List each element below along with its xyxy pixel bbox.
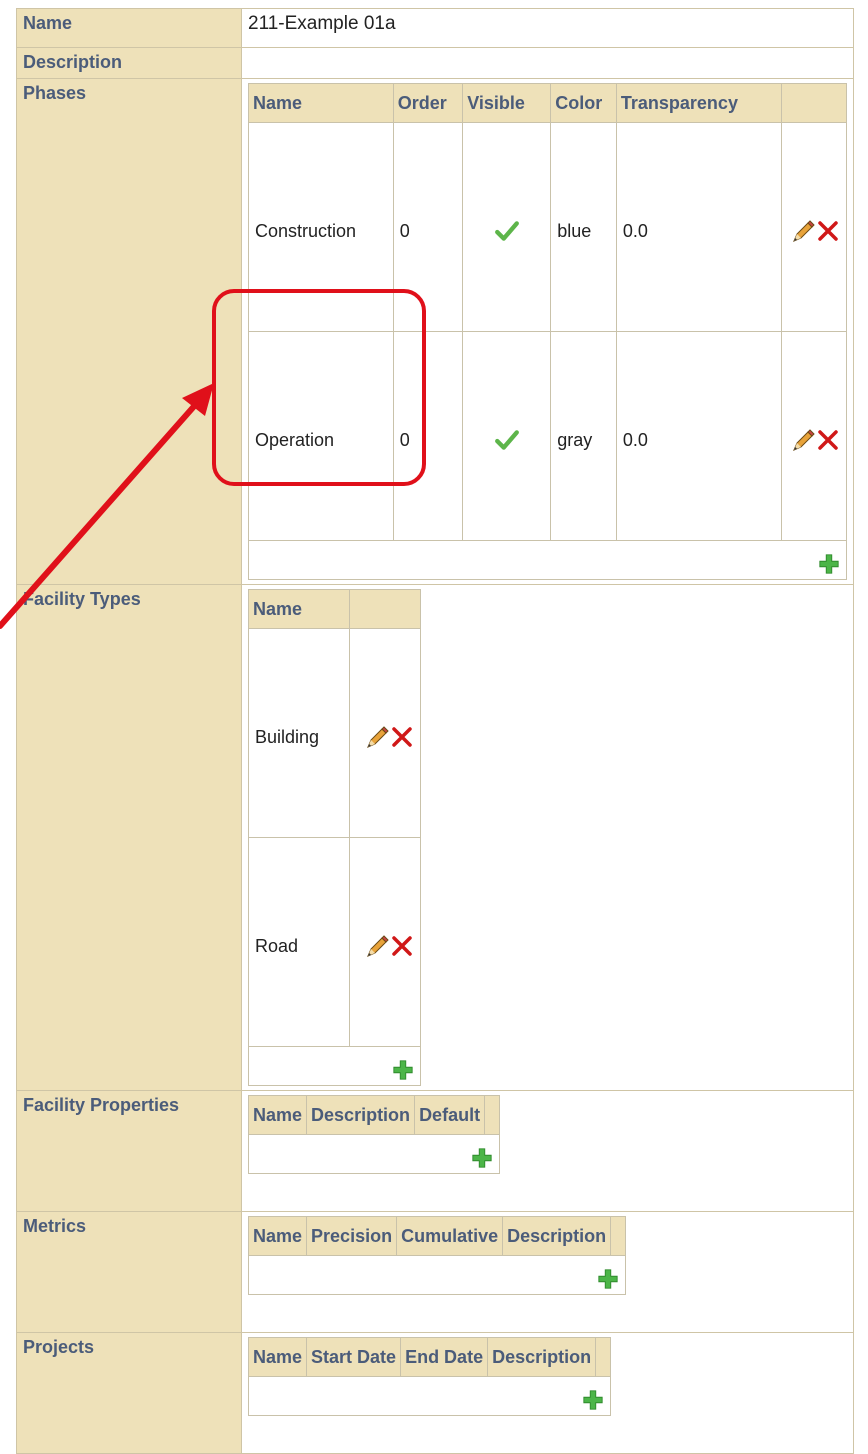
phase-name: Construction	[248, 122, 394, 332]
row-projects: Projects Name Start Date End Date Descri…	[16, 1332, 854, 1454]
facility-properties-add-row	[247, 1134, 501, 1174]
facility-types-table: Name Building Road	[248, 589, 421, 1086]
metrics-col-actions	[610, 1216, 627, 1256]
row-phases: Phases Name Order Visible Color Transpar…	[16, 78, 854, 585]
facility-types-col-actions	[349, 589, 421, 629]
phase-color: gray	[550, 331, 617, 541]
phases-col-visible[interactable]: Visible	[462, 83, 552, 123]
metrics-col-description[interactable]: Description	[502, 1216, 612, 1256]
pencil-icon[interactable]	[792, 428, 816, 452]
phases-col-name[interactable]: Name	[248, 83, 394, 123]
table-row: Construction 0 blue 0.0	[248, 122, 847, 332]
projects-col-name[interactable]: Name	[247, 1337, 308, 1377]
metrics-label: Metrics	[16, 1211, 242, 1333]
projects-col-start-date[interactable]: Start Date	[306, 1337, 402, 1377]
red-x-icon[interactable]	[390, 725, 414, 749]
red-x-icon[interactable]	[816, 428, 840, 452]
pencil-icon[interactable]	[792, 219, 816, 243]
table-row: Operation 0 gray 0.0	[248, 331, 847, 541]
metrics-header-row: Name Precision Cumulative Description	[247, 1216, 627, 1256]
green-plus-icon[interactable]	[597, 1268, 619, 1290]
facility-types-col-name[interactable]: Name	[248, 589, 350, 629]
facility-properties-col-description[interactable]: Description	[306, 1095, 416, 1135]
facility-type-name: Road	[248, 837, 350, 1047]
phase-transparency: 0.0	[615, 122, 783, 332]
red-x-icon[interactable]	[816, 219, 840, 243]
projects-col-description[interactable]: Description	[487, 1337, 597, 1377]
description-label: Description	[16, 47, 242, 79]
projects-header-row: Name Start Date End Date Description	[247, 1337, 612, 1377]
projects-add-row	[247, 1376, 612, 1416]
facility-types-add-row	[248, 1046, 421, 1086]
metrics-col-name[interactable]: Name	[247, 1216, 308, 1256]
green-check-icon	[494, 427, 520, 453]
phase-actions	[781, 331, 847, 541]
row-facility-types: Facility Types Name Building Road	[16, 584, 854, 1091]
phase-visible	[462, 331, 552, 541]
description-value[interactable]	[241, 47, 854, 79]
metrics-table: Name Precision Cumulative Description	[247, 1216, 627, 1295]
row-facility-properties: Facility Properties Name Description Def…	[16, 1090, 854, 1212]
metrics-col-precision[interactable]: Precision	[306, 1216, 398, 1256]
phases-col-color[interactable]: Color	[550, 83, 617, 123]
row-description: Description	[16, 47, 854, 79]
model-properties-table: Name 211-Example 01a Description Phases …	[16, 8, 854, 1454]
projects-col-end-date[interactable]: End Date	[400, 1337, 489, 1377]
phase-visible	[462, 122, 552, 332]
row-metrics: Metrics Name Precision Cumulative Descri…	[16, 1211, 854, 1333]
phase-name: Operation	[248, 331, 394, 541]
projects-table: Name Start Date End Date Description	[247, 1337, 612, 1416]
name-label: Name	[16, 8, 242, 48]
facility-type-actions	[349, 837, 421, 1047]
phases-col-transparency[interactable]: Transparency	[615, 83, 783, 123]
facility-properties-col-actions	[484, 1095, 501, 1135]
phases-header-row: Name Order Visible Color Transparency	[248, 83, 847, 123]
projects-col-actions	[595, 1337, 612, 1377]
green-check-icon	[494, 218, 520, 244]
row-name: Name 211-Example 01a	[16, 8, 854, 48]
pencil-icon[interactable]	[366, 725, 390, 749]
phases-table: Name Order Visible Color Transparency Co…	[248, 83, 847, 580]
green-plus-icon[interactable]	[471, 1147, 493, 1169]
green-plus-icon[interactable]	[582, 1389, 604, 1411]
metrics-col-cumulative[interactable]: Cumulative	[396, 1216, 504, 1256]
table-row: Road	[248, 837, 421, 1047]
facility-properties-table: Name Description Default	[247, 1095, 501, 1174]
pencil-icon[interactable]	[366, 934, 390, 958]
phases-col-actions	[781, 83, 847, 123]
red-x-icon[interactable]	[390, 934, 414, 958]
facility-properties-col-name[interactable]: Name	[247, 1095, 308, 1135]
facility-type-actions	[349, 628, 421, 838]
phases-add-row	[248, 540, 847, 580]
phase-transparency: 0.0	[615, 331, 783, 541]
green-plus-icon[interactable]	[392, 1059, 414, 1081]
facility-properties-header-row: Name Description Default	[247, 1095, 501, 1135]
phase-order: 0	[392, 122, 464, 332]
phase-color: blue	[550, 122, 617, 332]
facility-type-name: Building	[248, 628, 350, 838]
facility-properties-col-default[interactable]: Default	[414, 1095, 486, 1135]
facility-types-header-row: Name	[248, 589, 421, 629]
metrics-add-row	[247, 1255, 627, 1295]
green-plus-icon[interactable]	[818, 553, 840, 575]
phases-col-order[interactable]: Order	[392, 83, 464, 123]
phase-actions	[781, 122, 847, 332]
table-row: Building	[248, 628, 421, 838]
name-value[interactable]: 211-Example 01a	[241, 8, 854, 48]
projects-label: Projects	[16, 1332, 242, 1454]
facility-types-label: Facility Types	[16, 584, 242, 1091]
facility-properties-label: Facility Properties	[16, 1090, 242, 1212]
phases-label: Phases	[16, 78, 242, 585]
phase-order: 0	[392, 331, 464, 541]
